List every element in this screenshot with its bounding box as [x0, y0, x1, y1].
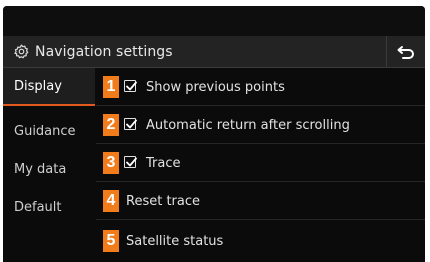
- option-label: Trace: [146, 155, 181, 171]
- navigation-settings-screen: Navigation settings Display Guidance My …: [3, 6, 425, 262]
- back-arrow-icon: [397, 45, 414, 59]
- number-badge: 3: [103, 152, 119, 174]
- number-badge: 2: [103, 114, 119, 136]
- number-badge: 1: [103, 76, 119, 98]
- option-reset-trace[interactable]: 4 Reset trace: [96, 182, 425, 220]
- checkbox[interactable]: [124, 80, 137, 92]
- sidebar-item-display[interactable]: Display: [3, 68, 95, 106]
- header-bar: Navigation settings: [3, 36, 425, 68]
- sidebar-item-label: Display: [14, 78, 62, 94]
- gear-icon: [14, 44, 29, 59]
- checkmark-icon: [126, 81, 137, 91]
- checkbox[interactable]: [124, 118, 137, 130]
- sidebar-item-default[interactable]: Default: [3, 188, 95, 226]
- sidebar-item-label: Default: [14, 199, 62, 215]
- settings-sidebar: Display Guidance My data Default: [3, 68, 96, 262]
- option-label: Satellite status: [126, 233, 224, 249]
- option-satellite-status[interactable]: 5 Satellite status: [96, 220, 425, 262]
- option-trace[interactable]: 3 Trace: [96, 144, 425, 182]
- option-automatic-return[interactable]: 2 Automatic return after scrolling: [96, 106, 425, 144]
- option-label: Automatic return after scrolling: [146, 117, 350, 133]
- option-show-previous-points[interactable]: 1 Show previous points: [96, 68, 425, 106]
- option-label: Show previous points: [146, 79, 285, 95]
- checkmark-icon: [126, 119, 137, 129]
- title-group: Navigation settings: [14, 36, 173, 67]
- number-badge: 4: [103, 190, 119, 212]
- page-title: Navigation settings: [35, 43, 173, 60]
- options-list: 1 Show previous points 2 Automatic retur…: [96, 68, 425, 262]
- sidebar-item-label: Guidance: [14, 123, 76, 139]
- back-button[interactable]: [386, 36, 425, 67]
- sidebar-item-label: My data: [14, 161, 67, 177]
- sidebar-item-my-data[interactable]: My data: [3, 150, 95, 188]
- status-bar: [3, 6, 425, 36]
- sidebar-item-guidance[interactable]: Guidance: [3, 112, 95, 150]
- number-badge: 5: [103, 230, 119, 252]
- option-label: Reset trace: [126, 193, 201, 209]
- checkmark-icon: [126, 157, 137, 167]
- checkbox[interactable]: [124, 156, 137, 168]
